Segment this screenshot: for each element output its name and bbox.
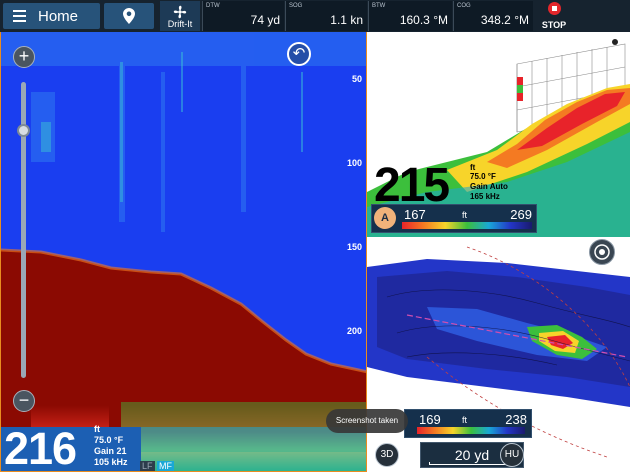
screenshot-toast: Screenshot taken [326, 409, 408, 433]
drift-it-button[interactable]: Drift-It [160, 1, 200, 31]
bathy-scale-min: 169 [419, 412, 441, 427]
realvu-scale-min: 167 [404, 207, 426, 222]
dtw-value: 74 yd [250, 13, 280, 27]
drift-it-label: Drift-It [167, 19, 193, 29]
target-icon [594, 244, 610, 260]
zoom-in-button[interactable]: + [13, 46, 35, 68]
depth-scale-200: 200 [346, 326, 362, 336]
waypoint-button[interactable] [104, 3, 154, 29]
realvu-depth-unit: ft [470, 163, 476, 172]
sog-label: SOG [289, 3, 303, 9]
3d-bathymetry-panel[interactable]: 169 ft 238 3D 20 yd HU [367, 237, 630, 472]
depth-scale-100: 100 [346, 158, 362, 168]
realvu-water-temp: 75.0 °F [470, 172, 496, 181]
btw-label: BTW [372, 3, 386, 9]
stop-label: STOP [541, 20, 567, 30]
water-temp: 75.0 °F [94, 435, 124, 445]
depth-readout: 216 ft 75.0 °F Gain 21 105 kHz [1, 423, 141, 471]
depth-unit: ft [94, 424, 100, 434]
center-target-button[interactable] [589, 239, 615, 265]
mf-toggle[interactable]: MF [157, 461, 174, 471]
frequency-readout: 105 kHz [94, 457, 128, 467]
auto-mode-badge[interactable]: A [374, 207, 396, 229]
cog-value: 348.2 °M [480, 13, 529, 27]
bathy-color-gradient [417, 427, 525, 434]
btw-readout: BTW 160.3 °M [368, 1, 452, 31]
fishfinder-screen: Home Drift-It DTW 74 yd SOG 1.1 kn BTW 1… [0, 0, 630, 472]
realvu-3d-panel[interactable]: 215 ft 75.0 °F Gain Auto 165 kHz A 167 f… [367, 32, 630, 237]
heading-up-button[interactable]: HU [500, 443, 524, 467]
depth-scale-50: 50 [351, 74, 362, 84]
cog-label: COG [457, 3, 471, 9]
undo-arrow-icon: ↶ [292, 45, 306, 62]
sog-readout: SOG 1.1 kn [285, 1, 367, 31]
home-label: Home [38, 7, 79, 25]
stop-icon [547, 2, 561, 15]
depth-scale-150: 150 [346, 242, 362, 252]
cog-readout: COG 348.2 °M [453, 1, 533, 31]
menu-icon [13, 10, 26, 22]
resume-scroll-button[interactable]: ↶ [287, 42, 311, 66]
realvu-scale-max: 269 [510, 207, 532, 222]
gain-readout: Gain 21 [94, 446, 127, 456]
3d-view-button[interactable]: 3D [375, 443, 399, 467]
fan-icon [173, 5, 187, 19]
top-bar: Home Drift-It DTW 74 yd SOG 1.1 kn BTW 1… [0, 0, 630, 32]
sonar-history-panel[interactable]: 50 100 150 200 + − ↶ 216 ft 75.0 °F Gain… [0, 32, 367, 472]
realvu-depth-color-scale: A 167 ft 269 [371, 204, 537, 233]
realvu-color-gradient [402, 222, 532, 229]
range-value: 20 yd [454, 447, 490, 463]
lf-toggle[interactable]: LF [140, 461, 155, 471]
sog-value: 1.1 kn [330, 13, 363, 27]
stop-button[interactable]: STOP [535, 2, 573, 30]
depth-value: 216 [4, 423, 77, 472]
zoom-out-button[interactable]: − [13, 390, 35, 412]
bathy-scale-max: 238 [505, 412, 527, 427]
realvu-scale-unit: ft [462, 210, 468, 220]
dtw-label: DTW [206, 3, 220, 9]
realvu-gain: Gain Auto [470, 182, 508, 191]
realvu-frequency: 165 kHz [470, 192, 500, 201]
zoom-slider-handle[interactable] [17, 124, 30, 137]
btw-value: 160.3 °M [399, 13, 448, 27]
dtw-readout: DTW 74 yd [202, 1, 284, 31]
home-button[interactable]: Home [3, 3, 100, 29]
bathy-scale-unit: ft [462, 415, 468, 425]
sonar-echo-image [1, 32, 366, 471]
bathymetry-depth-color-scale: 169 ft 238 [404, 409, 532, 438]
location-pin-icon [123, 8, 135, 24]
